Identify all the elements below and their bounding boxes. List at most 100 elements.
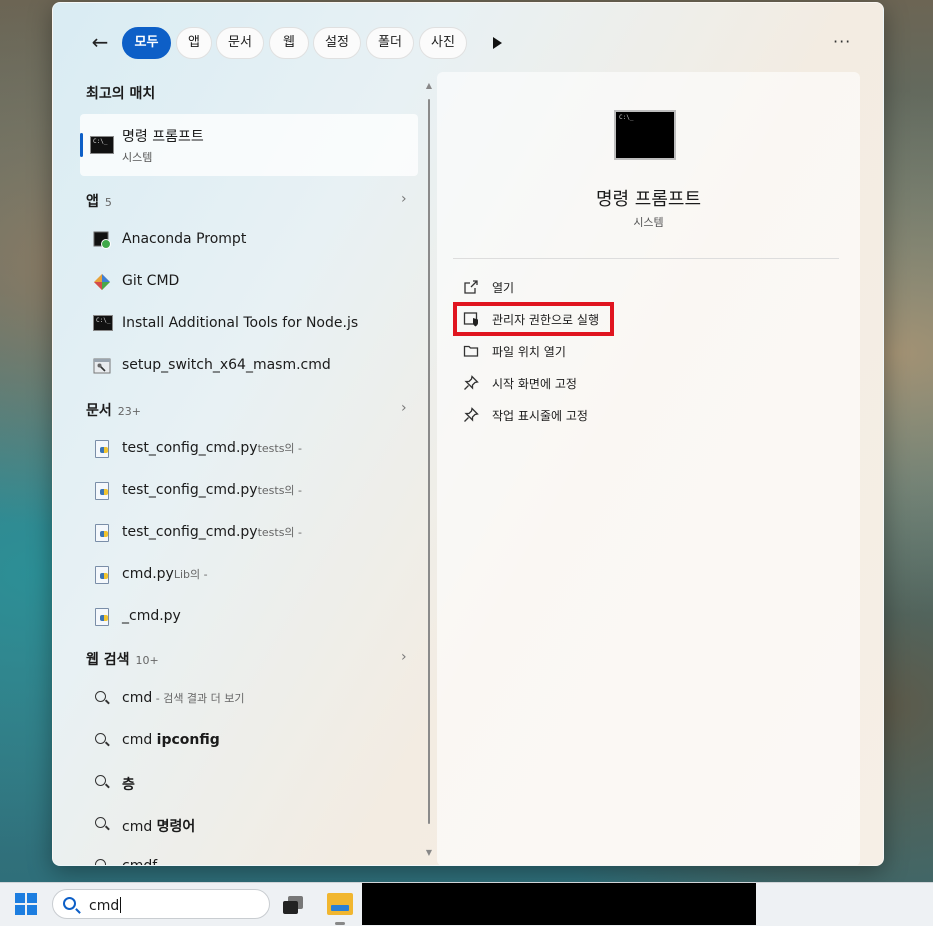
detail-subtitle: 시스템 (633, 216, 664, 229)
folder-icon (463, 345, 479, 357)
search-query: cmd (89, 898, 120, 914)
text-caret (120, 897, 122, 913)
file-explorer-icon[interactable] (327, 893, 353, 915)
search-icon (95, 817, 106, 828)
detail-pane: 명령 프롬프트 시스템 열기 관리자 권한으로 실행 파일 위치 열기 시작 화… (437, 72, 860, 865)
cmd-large-icon (614, 110, 676, 160)
filter-chip-apps[interactable]: 앱 (176, 27, 212, 59)
web-suggestion[interactable]: cmd ipconfig (89, 725, 419, 755)
action-label: 열기 (492, 281, 515, 295)
open-external-icon (464, 280, 478, 294)
documents-section-heading[interactable]: 문서 23+ (86, 400, 141, 420)
anaconda-prompt-icon (93, 231, 111, 249)
detail-title: 명령 프롬프트 (595, 189, 702, 210)
action-label: 파일 위치 열기 (492, 345, 566, 359)
python-file-icon (95, 524, 109, 542)
web-suggestion[interactable]: cmd 명령어 (89, 809, 419, 839)
git-icon (94, 274, 110, 290)
web-suggestion-text: cmd (122, 690, 153, 706)
search-icon (95, 733, 106, 744)
cmd-script-icon (93, 358, 111, 374)
document-location: tests의 - (257, 526, 303, 539)
web-suggestion-text: cmd (122, 732, 157, 748)
best-match-title: 명령 프롬프트 (122, 129, 204, 145)
redacted-area (362, 883, 756, 925)
filter-chip-photos[interactable]: 사진 (419, 27, 467, 59)
documents-expand-chevron-icon[interactable]: › (401, 400, 407, 416)
filter-chip-settings[interactable]: 설정 (313, 27, 361, 59)
web-suggestion-bold: 명령어 (156, 819, 196, 835)
start-search-panel: ← 모두 앱 문서 웹 설정 폴더 사진 ··· ▲ ▼ 최고의 매치 명령 프… (52, 2, 884, 866)
apps-section-heading[interactable]: 앱5 (86, 191, 112, 211)
web-expand-chevron-icon[interactable]: › (401, 649, 407, 665)
document-item[interactable]: test_config_cmd.pytests의 - (89, 517, 419, 547)
search-icon (95, 859, 106, 865)
document-name: test_config_cmd.py (122, 482, 258, 498)
windows-start-icon[interactable] (15, 893, 37, 915)
document-item[interactable]: test_config_cmd.pytests의 - (89, 475, 419, 505)
apps-heading-label: 앱 (86, 194, 99, 210)
play-more-filters-icon[interactable] (490, 34, 504, 52)
web-suggestion[interactable]: 층 (89, 767, 419, 797)
search-icon (63, 897, 76, 910)
web-search-section-heading[interactable]: 웹 검색 10+ (86, 649, 159, 669)
python-file-icon (95, 440, 109, 458)
best-match-subtitle: 시스템 (122, 151, 153, 164)
app-item-label: Git CMD (122, 273, 180, 289)
filter-chip-all[interactable]: 모두 (122, 27, 171, 59)
filter-bar: ← 모두 앱 문서 웹 설정 폴더 사진 ··· (53, 3, 883, 73)
web-suggestion[interactable]: cmdf (89, 851, 419, 866)
document-location: Lib의 - (173, 568, 208, 581)
filter-chip-documents[interactable]: 문서 (216, 27, 264, 59)
web-suggestion-text: cmd (122, 819, 157, 835)
running-indicator (335, 922, 345, 925)
documents-heading-label: 문서 (86, 403, 112, 419)
scrollbar-thumb[interactable] (428, 99, 430, 824)
action-pin-to-start[interactable]: 시작 화면에 고정 (463, 371, 763, 395)
python-file-icon (95, 566, 109, 584)
taskbar: cmd (0, 882, 933, 926)
annotation-highlight-box (453, 302, 614, 336)
more-options-icon[interactable]: ··· (833, 27, 853, 57)
search-icon (95, 691, 106, 702)
document-item[interactable]: cmd.pyLib의 - (89, 559, 419, 589)
python-file-icon (95, 608, 109, 626)
document-name: test_config_cmd.py (122, 440, 258, 456)
apps-expand-chevron-icon[interactable]: › (401, 191, 407, 207)
document-item[interactable]: test_config_cmd.pytests의 - (89, 433, 419, 463)
app-item-label: Install Additional Tools for Node.js (122, 315, 359, 331)
document-item[interactable]: _cmd.py (89, 601, 419, 631)
filter-chip-folders[interactable]: 폴더 (366, 27, 414, 59)
back-arrow-icon[interactable]: ← (85, 28, 115, 58)
document-location: tests의 - (257, 442, 303, 455)
action-open[interactable]: 열기 (463, 275, 763, 299)
task-view-icon[interactable] (283, 896, 303, 914)
pin-icon (464, 375, 479, 390)
web-suggestion-suffix: - 검색 결과 더 보기 (152, 692, 245, 705)
action-label: 작업 표시줄에 고정 (492, 409, 588, 423)
scroll-down-icon[interactable]: ▼ (424, 848, 434, 857)
selection-indicator (80, 133, 83, 157)
taskbar-search-input[interactable]: cmd (52, 889, 270, 919)
app-item-install-node-tools[interactable]: Install Additional Tools for Node.js (89, 308, 419, 338)
web-suggestion-bold: ipconfig (156, 732, 220, 748)
action-open-file-location[interactable]: 파일 위치 열기 (463, 339, 763, 363)
cmd-icon (90, 136, 114, 154)
python-file-icon (95, 482, 109, 500)
best-match-item[interactable]: 명령 프롬프트 시스템 (80, 114, 418, 176)
app-item-anaconda-prompt[interactable]: Anaconda Prompt (89, 224, 419, 254)
web-suggestion-text: cmdf (122, 858, 158, 866)
web-suggestion-bold: 층 (122, 777, 135, 793)
pin-icon (464, 407, 479, 422)
action-label: 시작 화면에 고정 (492, 377, 577, 391)
document-name: test_config_cmd.py (122, 524, 258, 540)
search-icon (95, 775, 106, 786)
web-heading-label: 웹 검색 (86, 652, 130, 668)
app-item-label: Anaconda Prompt (122, 231, 247, 247)
action-pin-to-taskbar[interactable]: 작업 표시줄에 고정 (463, 403, 763, 427)
web-suggestion[interactable]: cmd - 검색 결과 더 보기 (89, 683, 419, 713)
scroll-up-icon[interactable]: ▲ (424, 81, 434, 90)
filter-chip-web[interactable]: 웹 (269, 27, 309, 59)
app-item-git-cmd[interactable]: Git CMD (89, 266, 419, 296)
app-item-setup-switch-masm[interactable]: setup_switch_x64_masm.cmd (89, 350, 419, 380)
